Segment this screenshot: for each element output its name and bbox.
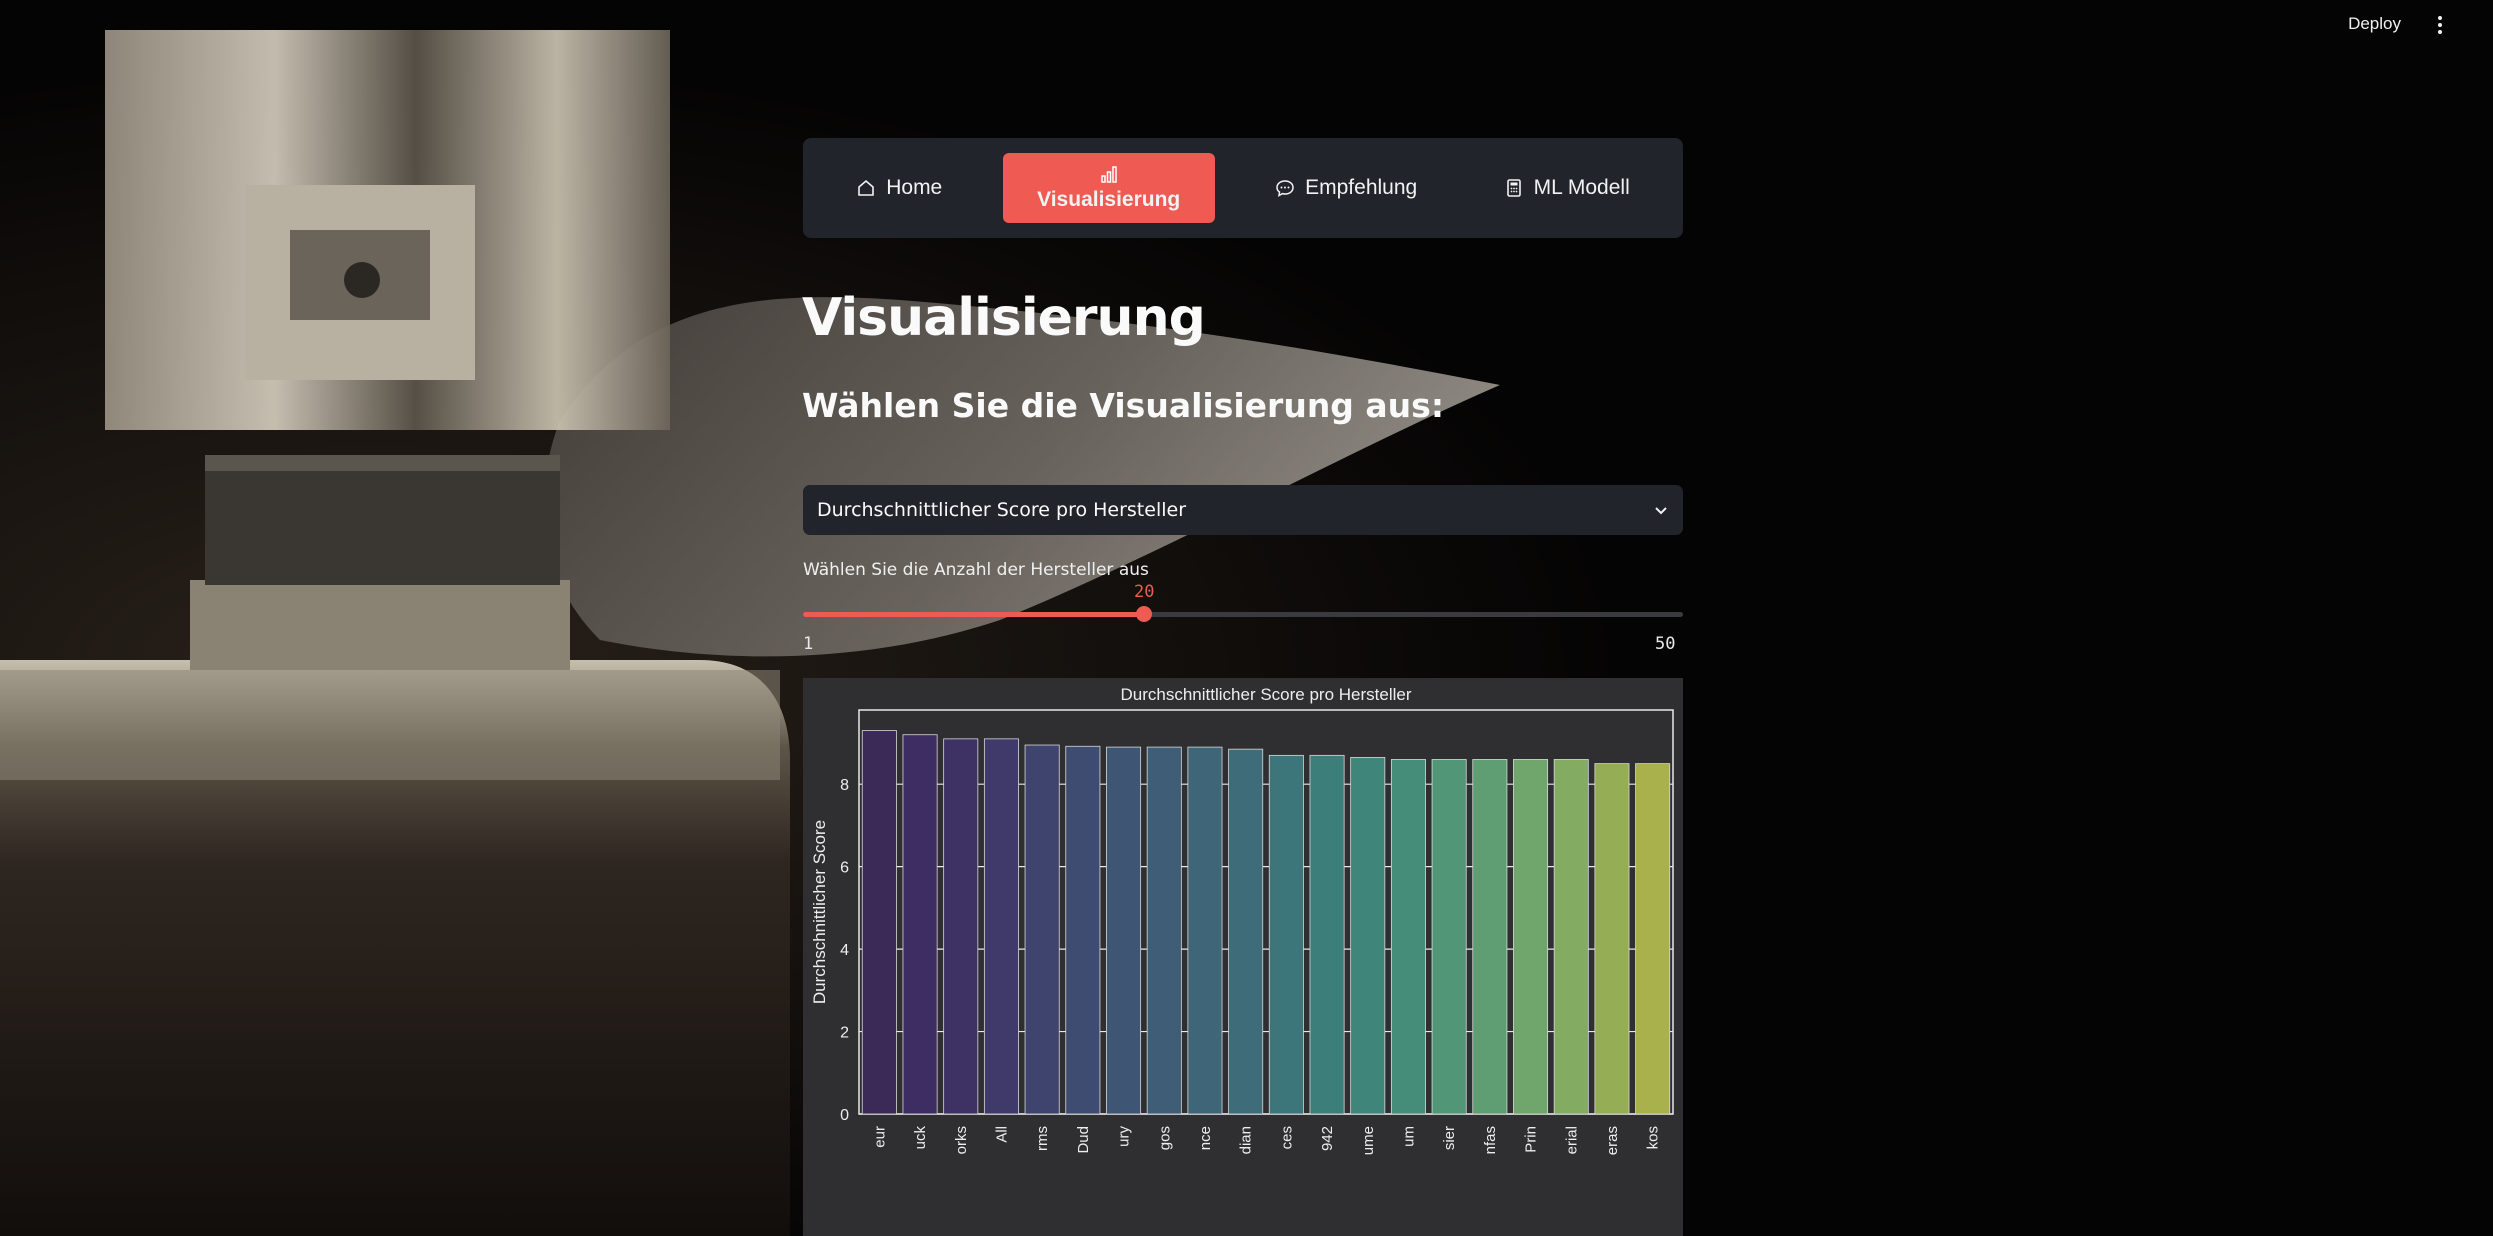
deploy-button[interactable]: Deploy xyxy=(2348,14,2401,34)
x-tick-label: Dud xyxy=(1075,1126,1092,1154)
section-subtitle: Wählen Sie die Visualisierung aus: xyxy=(802,386,1445,425)
slider-max: 50 xyxy=(1655,634,1676,654)
main-menu-icon[interactable] xyxy=(2437,16,2443,36)
x-tick-label: Prin xyxy=(1523,1126,1540,1153)
bar xyxy=(1635,763,1671,1115)
visualization-select[interactable]: Durchschnittlicher Score pro Hersteller xyxy=(803,485,1683,535)
chart-title: Durchschnittlicher Score pro Hersteller xyxy=(1121,685,1412,704)
bar xyxy=(1187,746,1223,1115)
bar xyxy=(1228,748,1264,1115)
x-tick-label: orks xyxy=(953,1126,970,1154)
y-tick-label: 8 xyxy=(840,777,849,794)
bar xyxy=(1309,754,1345,1115)
x-tick-label: ces xyxy=(1278,1126,1295,1149)
bar xyxy=(1594,763,1630,1115)
x-tick-label: ume xyxy=(1360,1126,1377,1155)
bar xyxy=(1472,759,1508,1115)
bar xyxy=(1268,754,1304,1115)
bar-chart-icon xyxy=(1100,166,1117,183)
bar xyxy=(902,734,938,1115)
bar xyxy=(1513,759,1549,1115)
x-tick-label: ury xyxy=(1116,1126,1133,1147)
bar xyxy=(1024,744,1060,1115)
x-tick-label: gos xyxy=(1156,1126,1173,1150)
bar xyxy=(1390,759,1426,1115)
x-tick-label: uck xyxy=(912,1126,929,1150)
chevron-down-icon xyxy=(1655,507,1667,515)
chart-panel: Durchschnittlicher Score pro Hersteller 0… xyxy=(803,678,1683,1236)
nav-item-empfehlung[interactable]: Empfehlung xyxy=(1249,153,1443,223)
plot-frame xyxy=(858,709,1674,1115)
bar xyxy=(943,738,979,1115)
x-tick-label: nce xyxy=(1197,1126,1214,1150)
home-icon xyxy=(858,179,875,196)
nav-item-home[interactable]: Home xyxy=(830,153,968,223)
nav-item-label: Empfehlung xyxy=(1305,176,1418,199)
x-tick-label: eras xyxy=(1604,1126,1621,1155)
bar xyxy=(861,730,897,1115)
y-tick-label: 4 xyxy=(840,942,849,959)
chat-icon xyxy=(1276,180,1294,197)
calculator-icon xyxy=(1506,179,1521,197)
bar xyxy=(1146,746,1182,1115)
x-tick-label: eur xyxy=(871,1126,888,1148)
bar xyxy=(1431,759,1467,1115)
y-tick-label: 6 xyxy=(840,860,849,877)
nav-item-label: Home xyxy=(886,176,943,199)
bar xyxy=(1065,745,1101,1115)
slider-fill xyxy=(803,612,1145,617)
x-tick-label: kos xyxy=(1645,1126,1662,1149)
bar xyxy=(1553,759,1589,1115)
bar-chart: Durchschnittlicher Score pro Hersteller 0… xyxy=(810,685,1674,1155)
y-tick-label: 2 xyxy=(840,1025,849,1042)
x-tick-label: sier xyxy=(1441,1126,1458,1150)
nav-item-visualisierung[interactable]: Visualisierung xyxy=(1002,153,1215,223)
y-tick-label: 0 xyxy=(840,1107,849,1124)
x-tick-label: um xyxy=(1400,1126,1417,1147)
nav-bar: Home Visualisierung Empfehlung ML Modell xyxy=(803,138,1683,238)
bar xyxy=(1350,757,1386,1115)
manufacturer-count-slider[interactable]: 20 xyxy=(803,582,1683,622)
slider-min: 1 xyxy=(803,634,814,654)
nav-item-ml-modell[interactable]: ML Modell xyxy=(1478,153,1656,223)
bar xyxy=(1106,746,1142,1115)
x-tick-label: 942 xyxy=(1319,1126,1336,1151)
bar xyxy=(983,738,1019,1115)
x-tick-label: All xyxy=(993,1126,1010,1143)
page-title: Visualisierung xyxy=(802,288,1206,348)
x-tick-label: nfas xyxy=(1482,1126,1499,1154)
y-axis-label: Durchschnittlicher Score xyxy=(810,820,829,1004)
slider-value: 20 xyxy=(1133,582,1155,602)
x-tick-label: rms xyxy=(1034,1126,1051,1151)
app-root: Deploy Home Visualisierung Empfehlung ML… xyxy=(0,0,2493,1236)
slider-label: Wählen Sie die Anzahl der Hersteller aus xyxy=(803,560,1149,580)
select-value: Durchschnittlicher Score pro Hersteller xyxy=(817,499,1187,521)
nav-item-label: Visualisierung xyxy=(1037,188,1181,211)
x-tick-label: erial xyxy=(1563,1126,1580,1154)
nav-item-label: ML Modell xyxy=(1533,176,1630,199)
x-tick-label: dian xyxy=(1238,1126,1255,1154)
